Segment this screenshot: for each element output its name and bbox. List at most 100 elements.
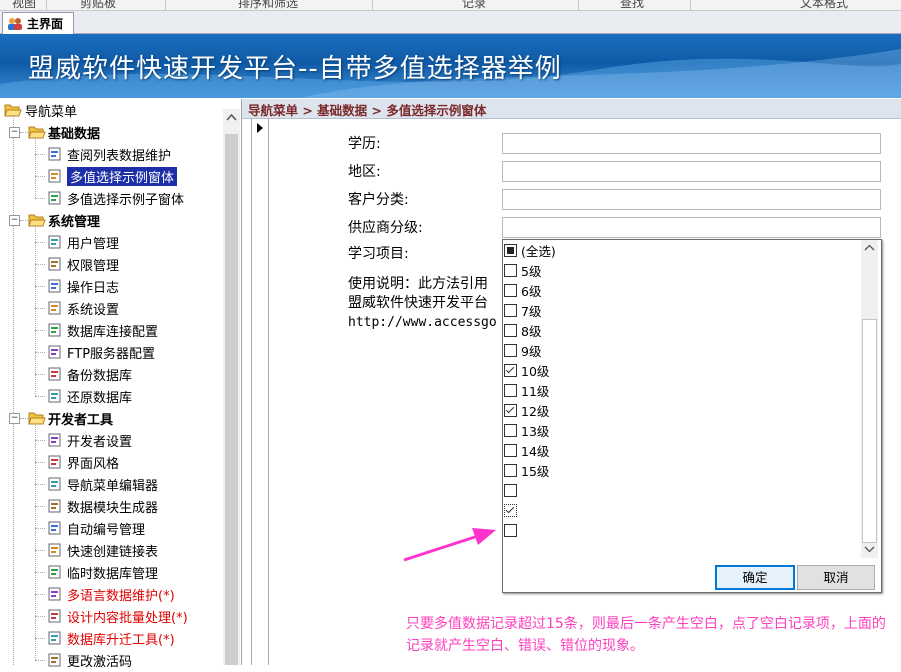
nav-header[interactable]: 导航菜单 <box>0 99 225 121</box>
supplier-grade-field[interactable] <box>502 217 881 238</box>
nav-group-label: 基础数据 <box>48 126 101 142</box>
cancel-button[interactable]: 取消 <box>797 565 875 590</box>
picker-option[interactable]: 10级 <box>503 360 861 380</box>
nav-item[interactable]: 数据模块生成器 <box>47 495 158 517</box>
nav-item[interactable]: 临时数据库管理 <box>47 561 158 583</box>
picker-option[interactable]: 11级 <box>503 380 861 400</box>
region-field[interactable] <box>502 161 881 182</box>
customer-category-field[interactable] <box>502 189 881 210</box>
picker-option[interactable] <box>503 500 861 520</box>
picker-option[interactable]: (全选) <box>503 240 861 260</box>
nav-item-label: 权限管理 <box>67 258 120 274</box>
nav-item-label: 界面风格 <box>67 456 120 472</box>
scroll-down-arrow-icon[interactable] <box>864 546 875 553</box>
group-expander[interactable]: − <box>9 127 20 138</box>
picker-option[interactable]: 8级 <box>503 320 861 340</box>
scroll-up-arrow-icon[interactable] <box>226 113 237 121</box>
nav-item[interactable]: 多值选择示例子窗体 <box>47 187 184 209</box>
picker-option[interactable]: 6级 <box>503 280 861 300</box>
scroll-up-arrow-icon[interactable] <box>864 244 875 251</box>
ribbon-records[interactable]: 记录 <box>462 0 486 10</box>
picker-option[interactable]: 13级 <box>503 420 861 440</box>
option-checkbox[interactable] <box>504 503 517 517</box>
option-checkbox[interactable] <box>504 423 517 437</box>
option-checkbox[interactable] <box>504 283 517 297</box>
nav-item[interactable]: 自动编号管理 <box>47 517 145 539</box>
picker-scrollbar[interactable] <box>861 240 878 558</box>
option-label: (全选) <box>521 243 556 259</box>
education-field[interactable] <box>502 133 881 154</box>
option-checkbox[interactable] <box>504 463 517 477</box>
tree-connector <box>35 462 45 463</box>
nav-group[interactable]: 系统管理 <box>28 209 100 231</box>
nav-item[interactable]: 查阅列表数据维护 <box>47 143 171 165</box>
nav-item[interactable]: 设计内容批量处理(*) <box>47 605 188 627</box>
banner-title: 盟威软件快速开发平台--自带多值选择器举例 <box>28 54 562 84</box>
nav-item[interactable]: 数据库连接配置 <box>47 319 158 341</box>
option-checkbox[interactable] <box>504 523 517 537</box>
ribbon-sort-filter[interactable]: 排序和筛选 <box>238 0 298 10</box>
nav-item[interactable]: 权限管理 <box>47 253 119 275</box>
current-record-pointer-icon <box>257 123 263 133</box>
content-area: 导航菜单 > 基础数据 > 多值选择示例窗体 学历: 地区: 客户分类: 供应商… <box>242 99 901 665</box>
nav-item-label: 更改激活码 <box>67 654 133 670</box>
users-icon <box>47 234 63 250</box>
picker-scroll-thumb[interactable] <box>862 319 877 543</box>
option-checkbox[interactable] <box>504 443 517 457</box>
tree-connector <box>35 506 45 507</box>
nav-item[interactable]: 多语言数据维护(*) <box>47 583 175 605</box>
picker-list[interactable]: (全选) 5级 6级 7级 8级 9级 10级 11级 12级 13级 14级 15级 <box>503 240 861 558</box>
ribbon-view[interactable]: 视图 <box>12 0 36 10</box>
ribbon-find[interactable]: 查找 <box>620 0 644 10</box>
group-expander[interactable]: − <box>9 413 20 424</box>
option-checkbox[interactable] <box>504 263 517 277</box>
option-checkbox[interactable] <box>504 303 517 317</box>
ok-button[interactable]: 确定 <box>715 565 795 590</box>
nav-item[interactable]: 开发者设置 <box>47 429 132 451</box>
nav-item[interactable]: FTP服务器配置 <box>47 341 155 363</box>
option-checkbox[interactable] <box>504 343 517 357</box>
option-checkbox[interactable] <box>504 363 517 377</box>
nav-item[interactable]: 导航菜单编辑器 <box>47 473 158 495</box>
ribbon-text-format[interactable]: 文本格式 <box>800 0 848 10</box>
nav-item-label: 数据库升迁工具(*) <box>67 632 175 648</box>
group-expander[interactable]: − <box>9 215 20 226</box>
nav-item[interactable]: 更改激活码 <box>47 649 132 671</box>
picker-option[interactable]: 9级 <box>503 340 861 360</box>
option-checkbox[interactable] <box>504 483 517 497</box>
nav-item[interactable]: 快速创建链接表 <box>47 539 158 561</box>
record-selector[interactable] <box>252 119 269 665</box>
picker-option[interactable]: 12级 <box>503 400 861 420</box>
nav-scroll-thumb[interactable] <box>225 134 238 665</box>
nav-group[interactable]: 基础数据 <box>28 121 100 143</box>
tree-connector <box>35 550 45 551</box>
nav-item[interactable]: 还原数据库 <box>47 385 132 407</box>
nav-item[interactable]: 系统设置 <box>47 297 119 319</box>
dev-settings-icon <box>47 432 63 448</box>
picker-option[interactable]: 5级 <box>503 260 861 280</box>
picker-option[interactable]: 14级 <box>503 440 861 460</box>
tree-connector <box>35 176 45 177</box>
option-checkbox[interactable] <box>504 383 517 397</box>
picker-option[interactable] <box>503 520 861 540</box>
picker-option[interactable]: 7级 <box>503 300 861 320</box>
nav-item[interactable]: 多值选择示例窗体 <box>47 165 178 187</box>
option-checkbox[interactable] <box>504 403 517 417</box>
nav-item[interactable]: 数据库升迁工具(*) <box>47 627 175 649</box>
option-checkbox[interactable] <box>504 323 517 337</box>
nav-item[interactable]: 用户管理 <box>47 231 119 253</box>
nav-scrollbar[interactable] <box>223 109 240 665</box>
tree-connector <box>20 132 28 133</box>
nav-item[interactable]: 界面风格 <box>47 451 119 473</box>
nav-item[interactable]: 操作日志 <box>47 275 119 297</box>
nav-item[interactable]: 备份数据库 <box>47 363 132 385</box>
option-checkbox[interactable] <box>504 243 517 257</box>
breadcrumb: 导航菜单 > 基础数据 > 多值选择示例窗体 <box>242 99 901 119</box>
ribbon-clipboard[interactable]: 剪贴板 <box>80 0 116 10</box>
tab-main[interactable]: 主界面 <box>2 12 74 34</box>
nav-item-label: 开发者设置 <box>67 434 133 450</box>
nav-group[interactable]: 开发者工具 <box>28 407 113 429</box>
annotation-note: 只要多值数据记录超过15条，则最后一条产生空白，点了空白记录项，上面的记录就产生… <box>406 616 886 654</box>
picker-option[interactable] <box>503 480 861 500</box>
picker-option[interactable]: 15级 <box>503 460 861 480</box>
